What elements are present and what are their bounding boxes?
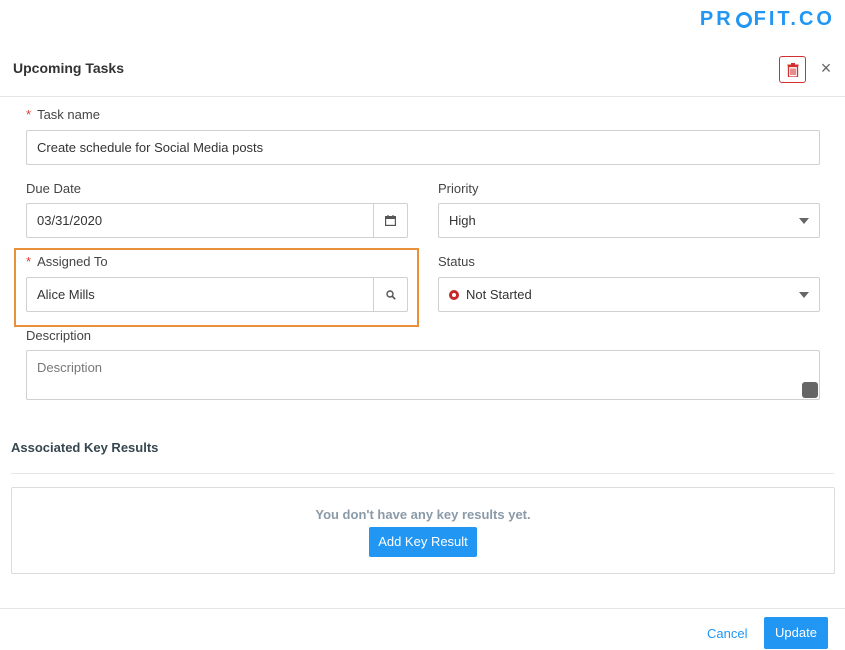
- task-name-value: Create schedule for Social Media posts: [37, 140, 264, 155]
- description-label: Description: [26, 328, 92, 343]
- due-date-label: Due Date: [26, 181, 81, 196]
- status-dot-icon: [449, 290, 459, 300]
- due-date-value: 03/31/2020: [37, 213, 103, 228]
- chevron-down-icon: [799, 292, 809, 298]
- priority-select[interactable]: High: [438, 203, 820, 238]
- delete-button[interactable]: [779, 56, 806, 83]
- logo-text-right: FIT.CO: [753, 8, 835, 30]
- dialog-title: Upcoming Tasks: [13, 60, 124, 76]
- key-results-panel: You don't have any key results yet. Add …: [11, 487, 835, 574]
- task-name-label: * Task name: [26, 107, 100, 122]
- assigned-to-label-text: Assigned To: [37, 254, 108, 269]
- required-marker: *: [26, 254, 32, 269]
- calendar-icon: [385, 215, 396, 226]
- section-divider: [11, 473, 834, 474]
- calendar-button[interactable]: [373, 204, 407, 237]
- add-key-result-button[interactable]: Add Key Result: [369, 527, 477, 557]
- status-label: Status: [438, 254, 475, 269]
- task-name-input[interactable]: Create schedule for Social Media posts: [26, 130, 820, 165]
- status-value: Not Started: [466, 287, 532, 302]
- status-select[interactable]: Not Started: [438, 277, 820, 312]
- assignee-search-button[interactable]: [373, 278, 407, 311]
- footer-divider: [0, 608, 845, 609]
- cancel-button[interactable]: Cancel: [707, 626, 747, 641]
- task-name-label-text: Task name: [37, 107, 100, 122]
- empty-key-results-message: You don't have any key results yet.: [315, 507, 531, 522]
- status-value-wrap: Not Started: [439, 287, 819, 302]
- trash-icon: [787, 62, 798, 77]
- assigned-to-value: Alice Mills: [37, 287, 95, 302]
- close-button[interactable]: ×: [818, 58, 834, 78]
- chevron-down-icon: [799, 218, 809, 224]
- profit-co-logo: PR FIT.CO: [700, 8, 835, 31]
- priority-label: Priority: [438, 181, 479, 196]
- priority-value: High: [449, 213, 476, 228]
- description-placeholder: Description: [37, 360, 103, 375]
- search-icon: [385, 289, 396, 300]
- resize-handle-icon[interactable]: [802, 382, 818, 398]
- assigned-to-input[interactable]: Alice Mills: [26, 277, 408, 312]
- assigned-to-label: * Assigned To: [26, 254, 108, 269]
- key-results-title: Associated Key Results: [11, 440, 159, 455]
- required-marker: *: [26, 107, 32, 122]
- update-button[interactable]: Update: [764, 617, 828, 649]
- logo-text-left: PR: [699, 8, 734, 30]
- dialog-header: Upcoming Tasks ×: [0, 52, 845, 97]
- due-date-input[interactable]: 03/31/2020: [26, 203, 408, 238]
- logo-target-icon: [735, 11, 752, 28]
- description-textarea[interactable]: Description: [26, 350, 820, 400]
